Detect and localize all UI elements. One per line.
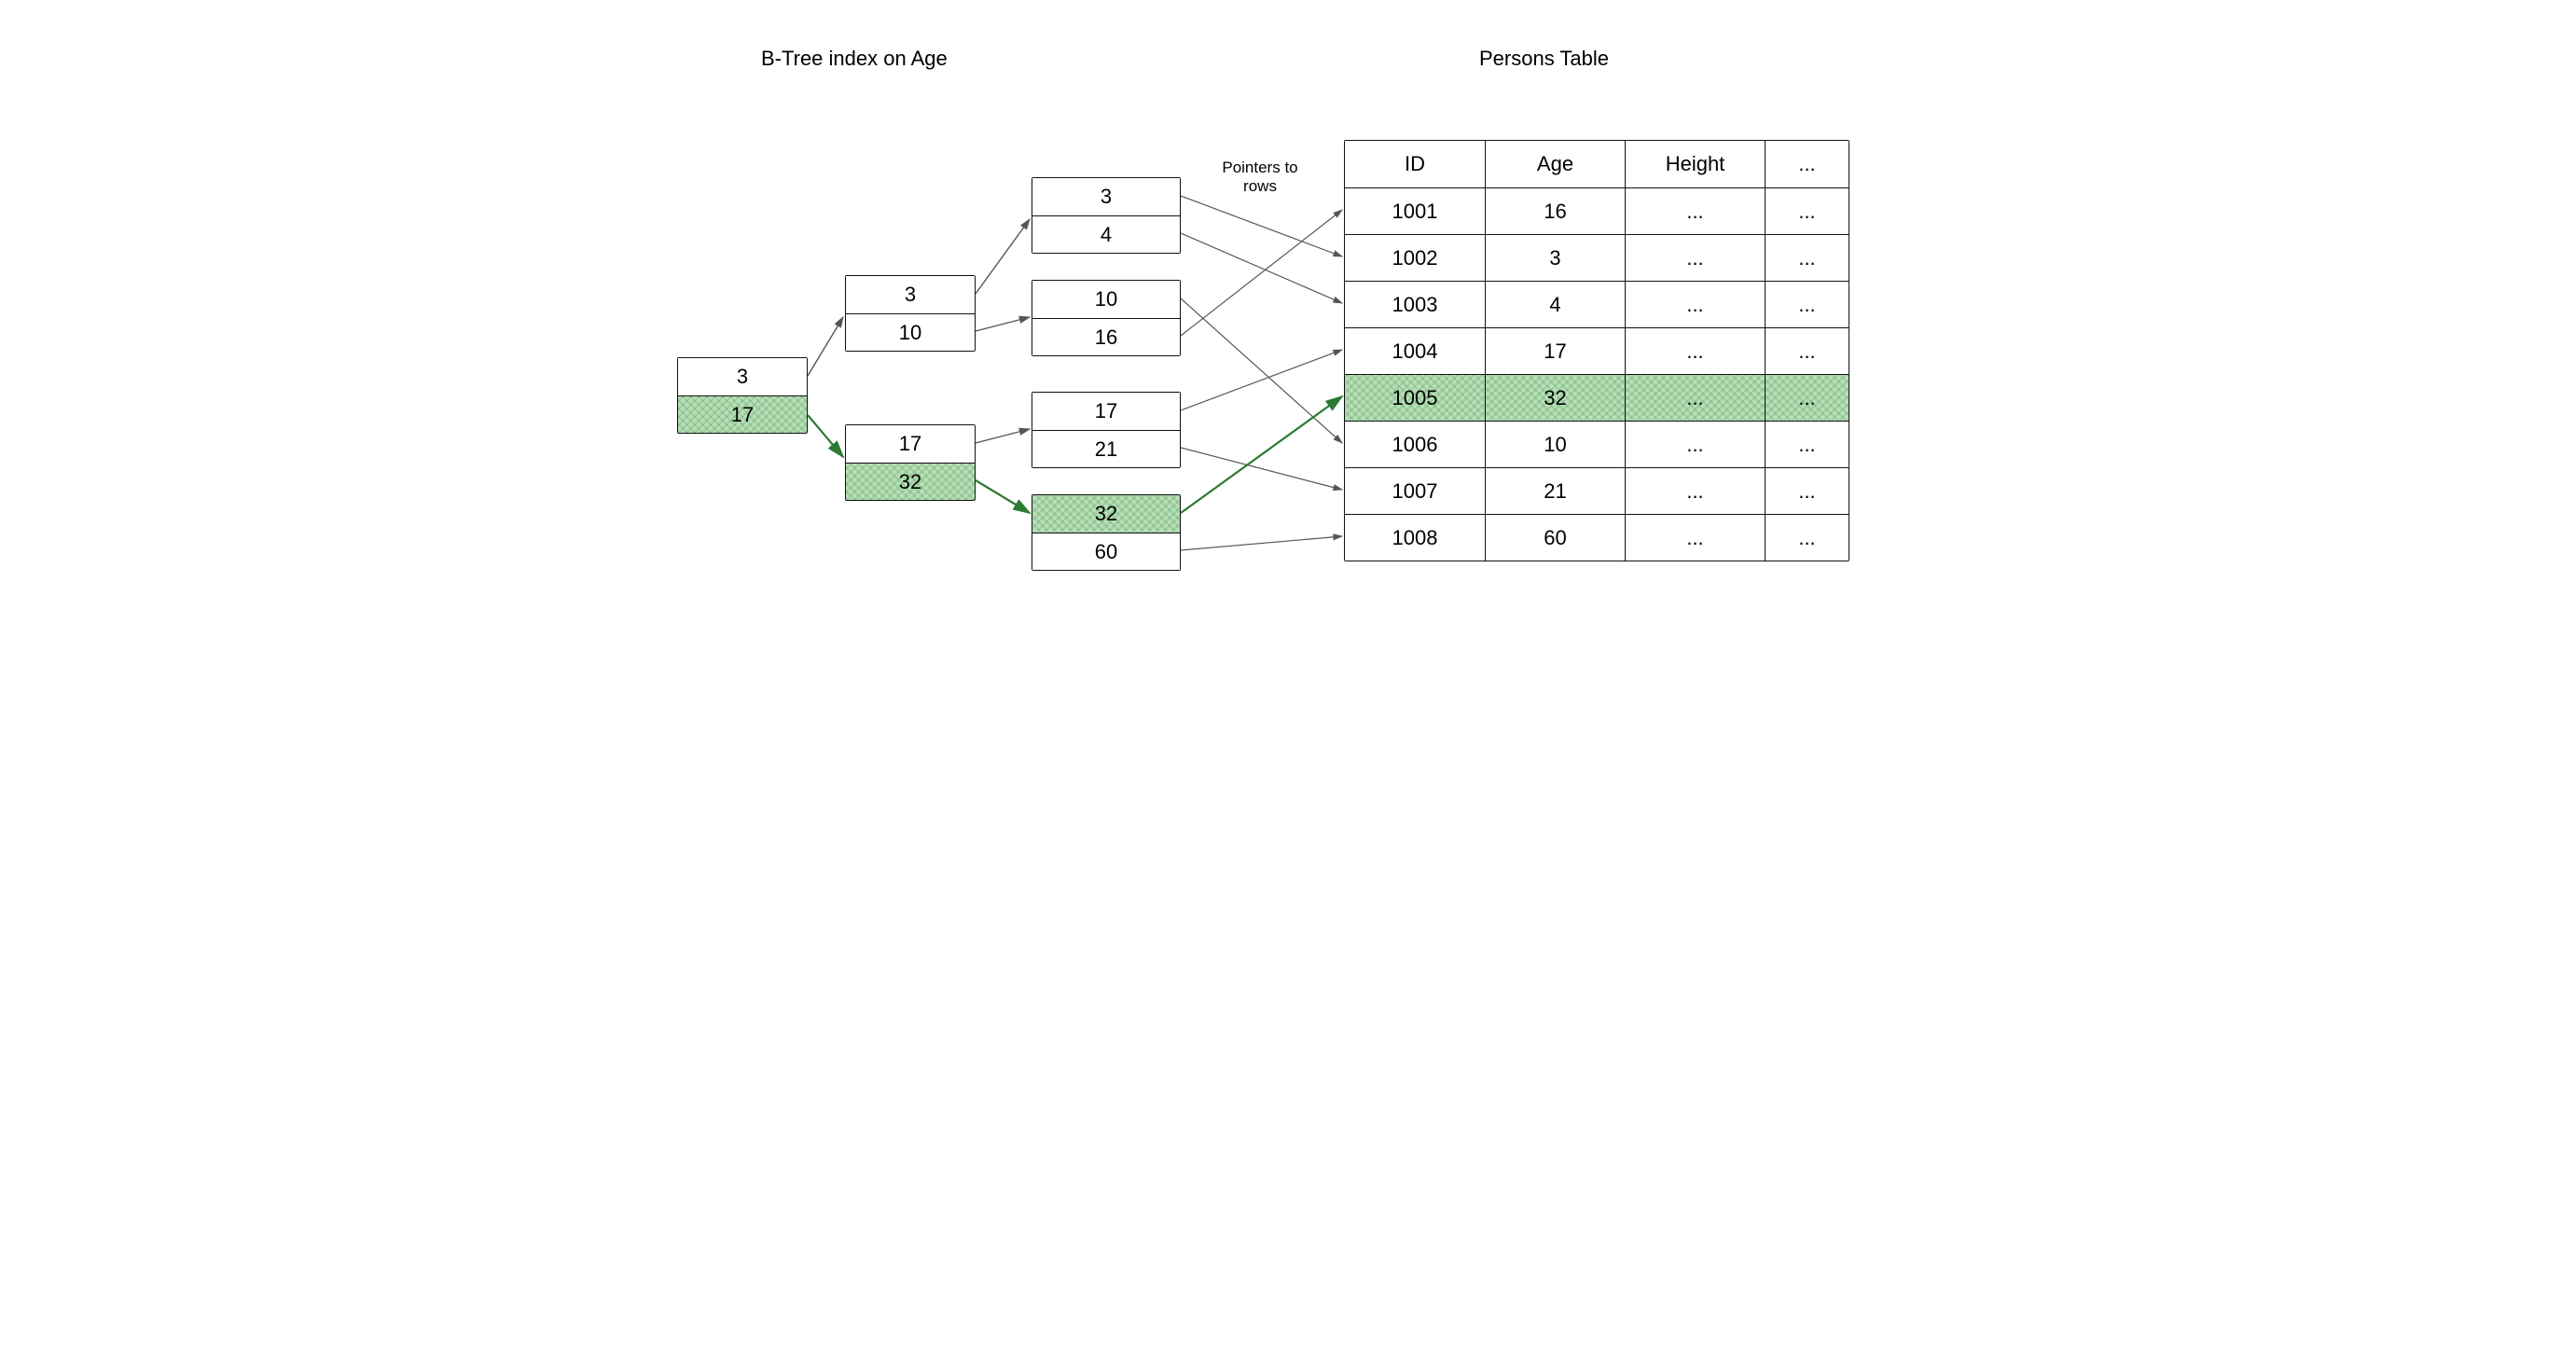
label-pointers: Pointers torows — [1209, 159, 1311, 195]
btree-leaf-2-key-0: 17 — [1032, 393, 1180, 430]
table-row: 1002 3 ... ... — [1345, 234, 1849, 281]
table-row: 1003 4 ... ... — [1345, 281, 1849, 327]
table-cell: 16 — [1485, 188, 1625, 234]
table-header-row: ID Age Height ... — [1345, 141, 1849, 187]
persons-table: ID Age Height ... 1001 16 ... ... 1002 3… — [1344, 140, 1849, 561]
table-cell: ... — [1765, 468, 1849, 514]
btree-root-key-0: 3 — [678, 358, 807, 395]
table-cell: 1007 — [1345, 468, 1485, 514]
table-row: 1008 60 ... ... — [1345, 514, 1849, 561]
btree-internal-top: 3 10 — [845, 275, 976, 352]
table-cell: 1004 — [1345, 328, 1485, 374]
table-cell: ... — [1765, 375, 1849, 421]
title-left: B-Tree index on Age — [761, 47, 948, 71]
table-row-highlighted: 1005 32 ... ... — [1345, 374, 1849, 421]
btree-leaf-1-key-1: 16 — [1032, 318, 1180, 355]
table-cell: ... — [1765, 422, 1849, 467]
table-header-id: ID — [1345, 141, 1485, 187]
table-cell: 1002 — [1345, 235, 1485, 281]
table-row: 1001 16 ... ... — [1345, 187, 1849, 234]
btree-leaf-2: 17 21 — [1032, 392, 1181, 468]
table-cell: ... — [1625, 235, 1765, 281]
table-row: 1006 10 ... ... — [1345, 421, 1849, 467]
table-cell: ... — [1625, 515, 1765, 561]
btree-leaf-2-key-1: 21 — [1032, 430, 1180, 467]
table-cell: 32 — [1485, 375, 1625, 421]
btree-internal-1-key-1: 32 — [846, 463, 975, 500]
btree-leaf-0: 3 4 — [1032, 177, 1181, 254]
btree-leaf-3-key-1: 60 — [1032, 533, 1180, 570]
table-header-more: ... — [1765, 141, 1849, 187]
table-cell: 1001 — [1345, 188, 1485, 234]
table-cell: 4 — [1485, 282, 1625, 327]
diagram-stage: B-Tree index on Age Persons Table Pointe… — [589, 0, 1987, 746]
table-cell: 10 — [1485, 422, 1625, 467]
table-row: 1004 17 ... ... — [1345, 327, 1849, 374]
btree-leaf-1-key-0: 10 — [1032, 281, 1180, 318]
table-cell: 1008 — [1345, 515, 1485, 561]
table-cell: 17 — [1485, 328, 1625, 374]
btree-leaf-3-key-0: 32 — [1032, 495, 1180, 533]
title-right: Persons Table — [1479, 47, 1609, 71]
btree-leaf-0-key-0: 3 — [1032, 178, 1180, 215]
table-cell: ... — [1625, 468, 1765, 514]
table-cell: 1003 — [1345, 282, 1485, 327]
table-header-age: Age — [1485, 141, 1625, 187]
table-cell: 3 — [1485, 235, 1625, 281]
table-cell: ... — [1625, 282, 1765, 327]
btree-internal-bottom: 17 32 — [845, 424, 976, 501]
btree-root: 3 17 — [677, 357, 808, 434]
table-cell: ... — [1625, 375, 1765, 421]
btree-leaf-0-key-1: 4 — [1032, 215, 1180, 253]
table-cell: ... — [1625, 188, 1765, 234]
table-cell: ... — [1765, 328, 1849, 374]
btree-internal-1-key-0: 17 — [846, 425, 975, 463]
btree-leaf-3: 32 60 — [1032, 494, 1181, 571]
table-cell: ... — [1765, 515, 1849, 561]
table-cell: ... — [1625, 422, 1765, 467]
table-cell: 1005 — [1345, 375, 1485, 421]
table-cell: ... — [1625, 328, 1765, 374]
table-cell: 21 — [1485, 468, 1625, 514]
btree-root-key-1: 17 — [678, 395, 807, 433]
btree-leaf-1: 10 16 — [1032, 280, 1181, 356]
table-cell: ... — [1765, 235, 1849, 281]
table-header-height: Height — [1625, 141, 1765, 187]
table-cell: ... — [1765, 188, 1849, 234]
btree-internal-0-key-1: 10 — [846, 313, 975, 351]
table-cell: 1006 — [1345, 422, 1485, 467]
table-row: 1007 21 ... ... — [1345, 467, 1849, 514]
table-cell: ... — [1765, 282, 1849, 327]
btree-internal-0-key-0: 3 — [846, 276, 975, 313]
table-cell: 60 — [1485, 515, 1625, 561]
